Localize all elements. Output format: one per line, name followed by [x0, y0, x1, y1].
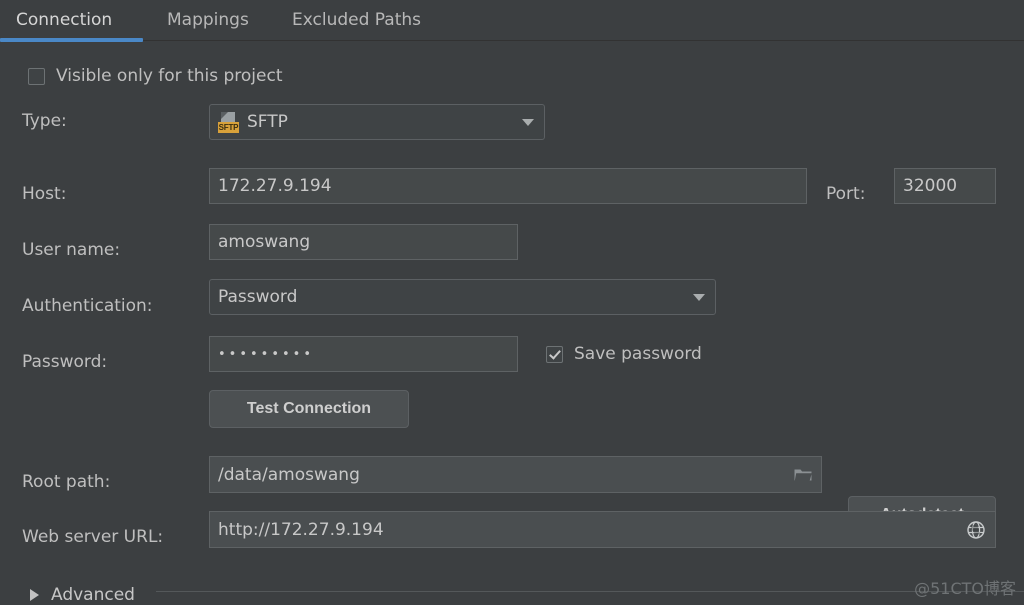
authentication-combobox[interactable]: Password: [209, 279, 716, 315]
host-input[interactable]: 172.27.9.194: [209, 168, 807, 204]
root-path-label: Root path:: [22, 472, 111, 492]
advanced-section-label: Advanced: [51, 585, 135, 605]
host-input-value: 172.27.9.194: [218, 176, 332, 196]
type-combobox-value: SFTP: [247, 112, 288, 132]
advanced-section-divider: [156, 591, 1024, 592]
chevron-down-icon: [693, 294, 705, 301]
sftp-icon: SFTP: [218, 111, 239, 133]
root-path-input[interactable]: /data/amoswang: [209, 456, 822, 493]
save-password-checkbox-row[interactable]: Save password: [546, 344, 702, 364]
tab-excluded-paths[interactable]: Excluded Paths: [292, 0, 421, 40]
root-path-input-value: /data/amoswang: [218, 464, 360, 485]
port-input-value: 32000: [903, 176, 958, 196]
web-server-url-input-value: http://172.27.9.194: [218, 519, 384, 540]
password-label: Password:: [22, 352, 108, 372]
password-input-value: •••••••••: [218, 346, 315, 362]
port-input[interactable]: 32000: [894, 168, 996, 204]
globe-icon[interactable]: [967, 520, 985, 539]
user-name-input[interactable]: amoswang: [209, 224, 518, 260]
visible-only-checkbox-label: Visible only for this project: [56, 66, 283, 86]
user-name-label: User name:: [22, 240, 121, 260]
advanced-section-toggle[interactable]: Advanced: [30, 585, 149, 605]
chevron-right-icon: [30, 589, 39, 601]
authentication-label: Authentication:: [22, 296, 153, 316]
folder-icon[interactable]: [794, 467, 812, 482]
port-label: Port:: [826, 184, 866, 204]
remote-host-settings-window: Connection Mappings Excluded Paths Visib…: [0, 0, 1024, 605]
tab-mappings[interactable]: Mappings: [167, 0, 249, 40]
sftp-icon-badge-label: SFTP: [218, 121, 239, 133]
tab-bar: Connection Mappings Excluded Paths: [0, 0, 1024, 42]
tab-connection[interactable]: Connection: [16, 0, 112, 40]
chevron-down-icon: [522, 119, 534, 126]
test-connection-button-label: Test Connection: [246, 400, 372, 417]
type-combobox[interactable]: SFTP SFTP: [209, 104, 545, 140]
authentication-combobox-value: Password: [218, 287, 298, 307]
web-server-url-label: Web server URL:: [22, 527, 164, 547]
host-label: Host:: [22, 184, 67, 204]
save-password-checkbox[interactable]: [546, 345, 563, 363]
save-password-checkbox-label: Save password: [574, 344, 702, 364]
password-input[interactable]: •••••••••: [209, 336, 518, 372]
type-label: Type:: [22, 111, 67, 131]
test-connection-button[interactable]: Test Connection: [209, 390, 409, 428]
user-name-input-value: amoswang: [218, 232, 311, 252]
visible-only-checkbox-row[interactable]: Visible only for this project: [28, 66, 283, 86]
watermark: @51CTO博客: [914, 579, 1016, 598]
visible-only-checkbox[interactable]: [28, 67, 45, 85]
connection-form: Visible only for this project Type: SFTP…: [0, 42, 1024, 605]
web-server-url-input[interactable]: http://172.27.9.194: [209, 511, 996, 548]
tab-bar-divider: [0, 40, 1024, 41]
